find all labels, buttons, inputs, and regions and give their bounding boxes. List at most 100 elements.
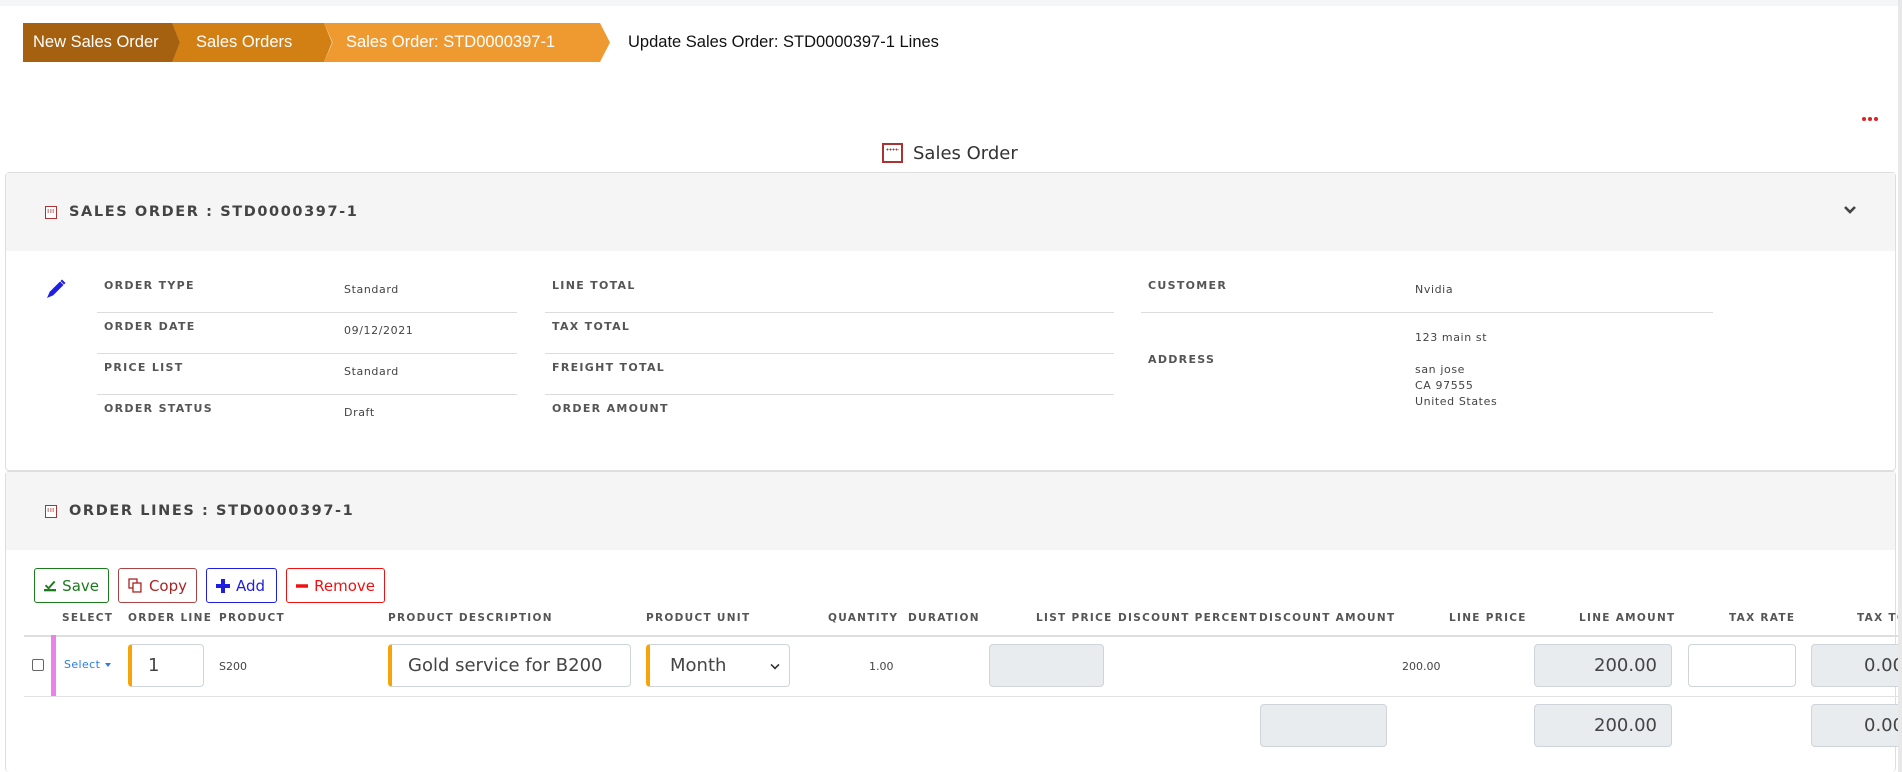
field-order-amount: ORDER AMOUNT — [545, 395, 1114, 436]
line-amount-input[interactable]: 200.00 — [1534, 644, 1672, 687]
plus-icon — [216, 578, 230, 593]
field-freight-total: FREIGHT TOTAL — [545, 354, 1114, 395]
breadcrumb: New Sales Order Sales Orders Sales Order… — [23, 23, 610, 62]
field-value: Nvidia — [1415, 283, 1454, 296]
address-line: CA 97555 — [1415, 379, 1474, 392]
field-line-total: LINE TOTAL — [545, 272, 1114, 313]
breadcrumb-sales-order[interactable]: Sales Order: STD0000397-1 — [324, 23, 610, 62]
row-select-dropdown[interactable]: Select — [64, 658, 112, 671]
chevron-down-icon[interactable] — [1843, 203, 1857, 217]
chevron-down-icon — [770, 660, 780, 670]
address-line: san jose — [1415, 363, 1466, 376]
field-value: 09/12/2021 — [344, 324, 414, 337]
col-header-discount-amount: DISCOUNT AMOUNT — [1259, 612, 1396, 624]
vertical-scrollbar[interactable] — [1898, 0, 1902, 772]
save-label: Save — [62, 576, 99, 595]
breadcrumb-current: Update Sales Order: STD0000397-1 Lines — [628, 33, 939, 51]
breadcrumb-new-sales-order[interactable]: New Sales Order — [23, 23, 180, 62]
product-cell: S200 — [219, 660, 247, 673]
field-order-type: ORDER TYPE Standard — [97, 272, 517, 313]
product-description-input[interactable]: Gold service for B200 — [388, 644, 631, 687]
col-header-product-unit: PRODUCT UNIT — [646, 612, 751, 624]
field-label: FREIGHT TOTAL — [552, 361, 666, 374]
total-tax-total-value: 0.00 — [1864, 715, 1902, 736]
minus-icon — [296, 583, 309, 588]
section-title: SALES ORDER : STD0000397-1 — [69, 204, 359, 220]
save-check-icon — [44, 580, 57, 591]
field-customer: CUSTOMER Nvidia — [1141, 272, 1713, 313]
field-order-status: ORDER STATUS Draft — [97, 395, 517, 436]
total-tax-total: 0.00 — [1811, 704, 1902, 747]
col-header-order-line: ORDER LINE — [128, 612, 213, 624]
col-header-duration: DURATION — [908, 612, 980, 624]
col-header-select: SELECT — [62, 612, 114, 624]
field-value: Standard — [344, 283, 399, 296]
quantity-cell: 1.00 — [869, 660, 894, 673]
field-tax-total: TAX TOTAL — [545, 313, 1114, 354]
remove-label: Remove — [314, 576, 375, 595]
copy-label: Copy — [148, 576, 187, 595]
field-label: ORDER DATE — [104, 320, 196, 333]
field-label: CUSTOMER — [1148, 279, 1228, 292]
line-price-cell: 200.00 — [1402, 660, 1441, 673]
caret-down-icon — [105, 663, 112, 667]
calendar-icon — [882, 143, 903, 163]
table-header-divider — [24, 635, 1902, 637]
field-label: TAX TOTAL — [552, 320, 631, 333]
product-unit-value: Month — [670, 655, 727, 676]
add-button[interactable]: Add — [206, 568, 277, 603]
total-line-amount: 200.00 — [1534, 704, 1672, 747]
field-value: Standard — [344, 365, 399, 378]
order-line-input[interactable]: 1 — [128, 644, 204, 687]
order-line-value: 1 — [148, 655, 160, 676]
field-value: Draft — [344, 406, 375, 419]
col-header-tax-total: TAX TOTAL — [1857, 612, 1902, 624]
tax-rate-input[interactable] — [1688, 644, 1796, 687]
address-line: 123 main st — [1415, 331, 1488, 344]
copy-button[interactable]: Copy — [118, 568, 197, 603]
totals-column: LINE TOTAL TAX TOTAL FREIGHT TOTAL ORDER… — [545, 272, 1114, 436]
total-discount-amount — [1260, 704, 1387, 747]
field-label: ORDER STATUS — [104, 402, 213, 415]
product-unit-select[interactable]: Month — [646, 644, 790, 687]
col-header-product-description: PRODUCT DESCRIPTION — [388, 612, 553, 624]
breadcrumb-sales-orders[interactable]: Sales Orders — [172, 23, 332, 62]
calendar-icon — [45, 205, 57, 219]
row-divider — [24, 696, 1902, 697]
add-label: Add — [236, 576, 266, 595]
total-line-amount-value: 200.00 — [1594, 715, 1657, 736]
sales-order-header-bar[interactable]: SALES ORDER : STD0000397-1 — [6, 173, 1895, 251]
page-title-text: Sales Order — [913, 142, 1018, 164]
field-label: ORDER TYPE — [104, 279, 195, 292]
lines-toolbar: Save Copy Add Remove — [34, 568, 385, 603]
col-header-line-price: LINE PRICE — [1449, 612, 1527, 624]
select-label: Select — [64, 658, 101, 671]
col-header-discount-percent: DISCOUNT PERCENT — [1118, 612, 1258, 624]
pencil-edit-icon[interactable] — [45, 278, 67, 300]
address-line — [1415, 346, 1497, 362]
col-header-quantity: QUANTITY — [828, 612, 899, 624]
field-order-date: ORDER DATE 09/12/2021 — [97, 313, 517, 354]
field-label: PRICE LIST — [104, 361, 184, 374]
page-title: Sales Order — [882, 140, 1018, 166]
field-label: LINE TOTAL — [552, 279, 636, 292]
save-button[interactable]: Save — [34, 568, 109, 603]
order-info-column: ORDER TYPE Standard ORDER DATE 09/12/202… — [97, 272, 517, 436]
field-address: ADDRESS 123 main st san jose CA 97555 Un… — [1141, 313, 1713, 423]
field-price-list: PRICE LIST Standard — [97, 354, 517, 395]
col-header-product: PRODUCT — [219, 612, 285, 624]
address-value: 123 main st san jose CA 97555 United Sta… — [1415, 330, 1497, 410]
section-title: ORDER LINES : STD0000397-1 — [69, 503, 355, 519]
remove-button[interactable]: Remove — [286, 568, 385, 603]
tax-total-input[interactable]: 0.00 — [1811, 644, 1902, 687]
address-line: United States — [1415, 395, 1498, 408]
copy-icon — [128, 578, 142, 593]
list-price-input[interactable] — [989, 644, 1104, 687]
product-description-value: Gold service for B200 — [408, 655, 603, 676]
more-options-button[interactable] — [1860, 111, 1880, 127]
row-status-marker — [51, 635, 56, 697]
row-checkbox[interactable] — [32, 659, 44, 671]
col-header-list-price: LIST PRICE — [1036, 612, 1113, 624]
order-lines-header-bar: ORDER LINES : STD0000397-1 — [6, 472, 1895, 550]
col-header-tax-rate: TAX RATE — [1729, 612, 1796, 624]
